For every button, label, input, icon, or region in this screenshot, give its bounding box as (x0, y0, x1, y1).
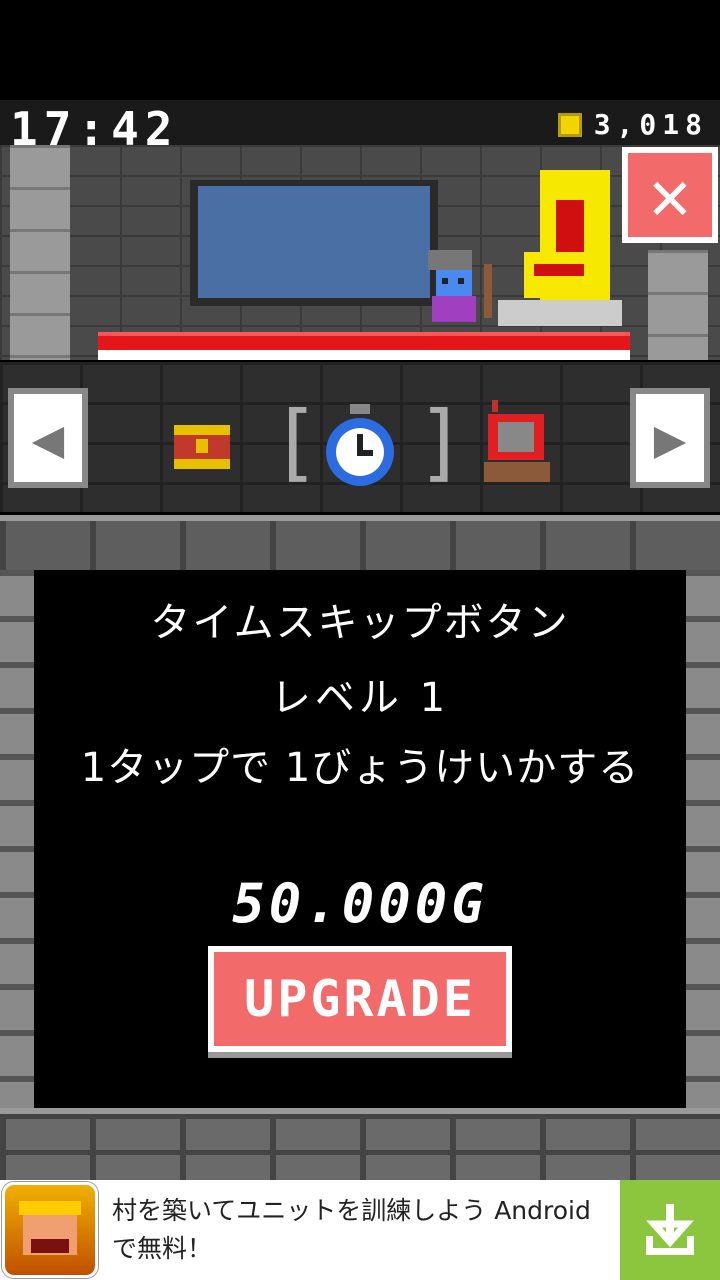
selection-bracket-right: ] (416, 393, 467, 491)
coin-counter: 3,018 (557, 108, 708, 141)
coin-icon (557, 112, 582, 137)
upgrade-price: 50.000G (232, 872, 488, 935)
television-icon[interactable] (482, 400, 552, 486)
item-effect: 1タップで 1びょうけいかする (80, 745, 640, 791)
brick-wall-top (0, 515, 720, 570)
treasure-chest-icon[interactable] (174, 425, 230, 471)
ad-download-button[interactable] (620, 1180, 720, 1280)
triangle-left-icon: ◀ (31, 406, 65, 470)
brick-wall-bottom (0, 1108, 720, 1180)
brick-wall-right (686, 570, 720, 1110)
brick-wall-left (0, 570, 34, 1110)
download-icon (646, 1204, 694, 1255)
clash-of-clans-app-icon[interactable] (2, 1182, 98, 1278)
item-level: レベル 1 (270, 675, 450, 721)
barbarian-face-icon (19, 1201, 81, 1255)
right-pillar (648, 250, 708, 360)
item-name: タイムスキップボタン (150, 600, 570, 646)
golden-throne (498, 170, 622, 326)
stopwatch-icon[interactable] (320, 404, 400, 490)
carpet-trim (98, 350, 630, 360)
next-item-button[interactable]: ▶ (630, 388, 710, 488)
ad-text[interactable]: 村を築いてユニットを訓練しよう Androidで無料！ (112, 1192, 612, 1268)
coin-amount: 3,018 (593, 108, 708, 141)
castle-window (190, 180, 438, 306)
close-button[interactable]: ✕ (622, 147, 718, 243)
selection-bracket-left: [ (270, 393, 321, 491)
left-pillar (10, 145, 70, 360)
upgrade-button[interactable]: UPGRADE (208, 946, 512, 1052)
character-sprite (428, 250, 492, 322)
prev-item-button[interactable]: ◀ (8, 388, 88, 488)
triangle-right-icon: ▶ (653, 406, 687, 470)
